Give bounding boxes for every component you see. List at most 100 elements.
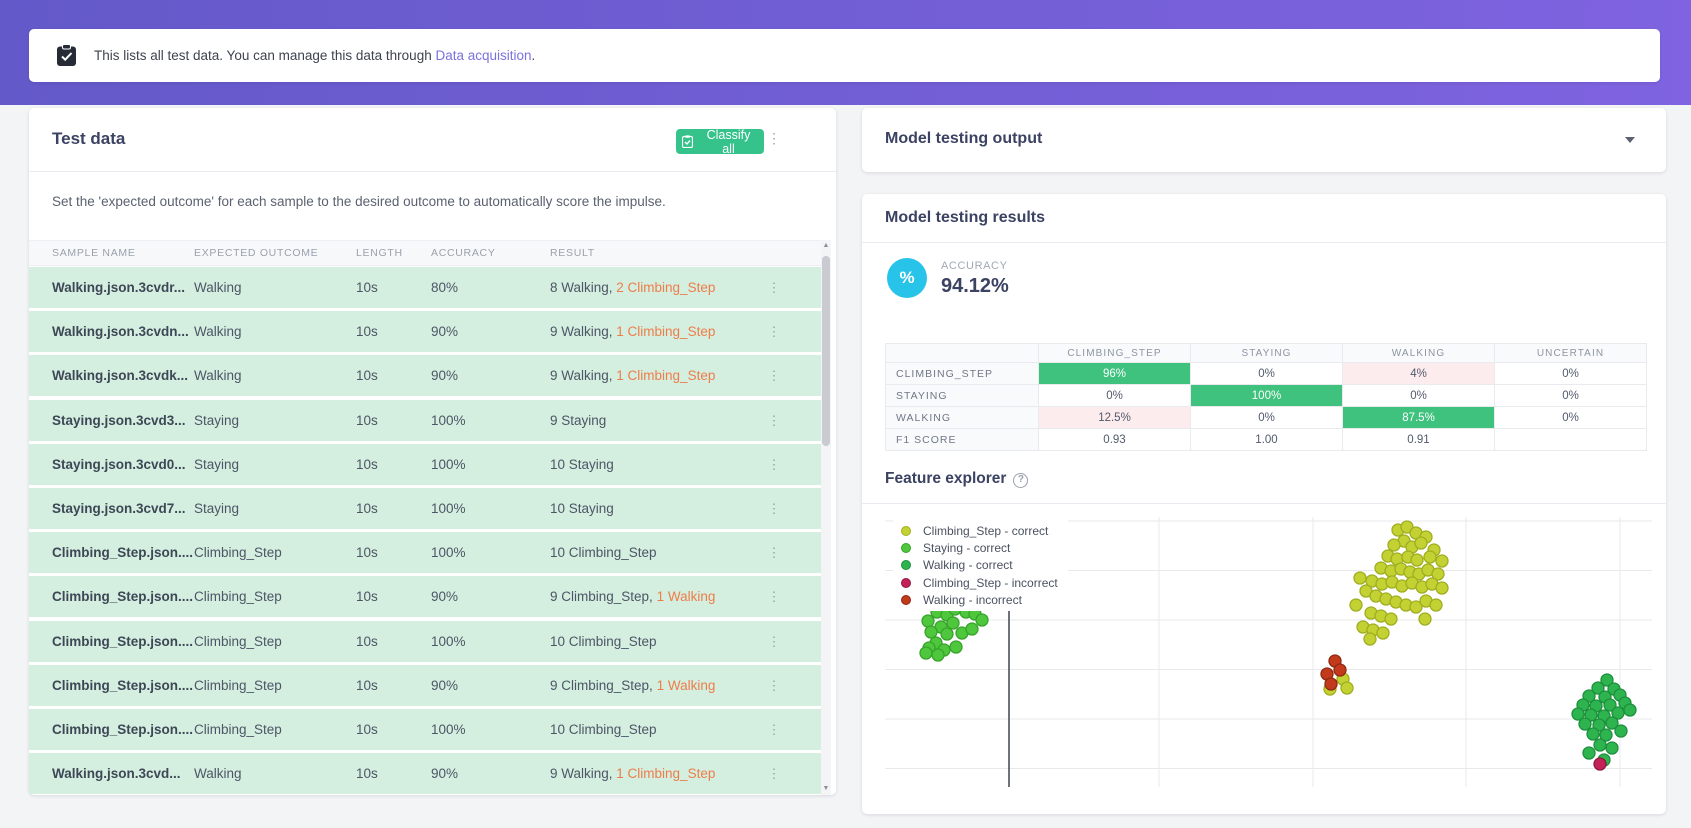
chevron-down-icon[interactable] bbox=[1625, 137, 1635, 143]
cell-length: 10s bbox=[356, 589, 378, 605]
row-menu-icon[interactable]: ⋮ bbox=[764, 355, 784, 396]
cell-sample-name: Climbing_Step.json.... bbox=[52, 677, 194, 693]
data-point[interactable] bbox=[1614, 724, 1628, 738]
cell-accuracy: 100% bbox=[431, 456, 466, 472]
legend-item[interactable]: Walking - correct bbox=[895, 557, 1058, 574]
table-row[interactable]: Climbing_Step.json.... Climbing_Step 10s 90… bbox=[29, 664, 822, 706]
data-point[interactable] bbox=[1333, 663, 1347, 677]
data-point[interactable] bbox=[1582, 746, 1596, 760]
legend-dot-icon bbox=[901, 595, 911, 606]
row-menu-icon[interactable]: ⋮ bbox=[764, 709, 784, 750]
data-point[interactable] bbox=[1410, 553, 1424, 567]
cell-expected-outcome: Walking bbox=[194, 324, 242, 340]
legend-item[interactable]: Climbing_Step - correct bbox=[895, 522, 1058, 539]
row-menu-icon[interactable]: ⋮ bbox=[764, 400, 784, 441]
data-point[interactable] bbox=[1353, 571, 1367, 585]
scroll-up-icon[interactable]: ▲ bbox=[821, 240, 831, 252]
data-point[interactable] bbox=[1429, 598, 1443, 612]
data-point[interactable] bbox=[1578, 717, 1592, 731]
help-icon[interactable]: ? bbox=[1013, 473, 1029, 488]
scrollbar-thumb[interactable] bbox=[822, 256, 830, 446]
data-point[interactable] bbox=[1384, 612, 1398, 626]
cell-expected-outcome: Climbing_Step bbox=[194, 633, 282, 649]
table-row[interactable]: Climbing_Step.json.... Climbing_Step 10s 10… bbox=[29, 620, 822, 662]
row-menu-icon[interactable]: ⋮ bbox=[764, 576, 784, 617]
cell-length: 10s bbox=[356, 324, 378, 340]
cell-expected-outcome: Walking bbox=[194, 368, 242, 384]
data-point[interactable] bbox=[931, 648, 945, 662]
table-row[interactable]: Staying.json.3cvd3... Staying 10s 100% 9 Sta… bbox=[29, 399, 822, 441]
matrix-cell: 96% bbox=[1038, 362, 1191, 385]
info-banner: This lists all test data. You can manage… bbox=[29, 29, 1660, 82]
table-row[interactable]: Walking.json.3cvdk... Walking 10s 90% 9 Walk… bbox=[29, 355, 822, 397]
data-point[interactable] bbox=[975, 613, 989, 627]
cell-sample-name: Staying.json.3cvd0... bbox=[52, 456, 186, 472]
table-row[interactable]: Climbing_Step.json.... Climbing_Step 10s 10… bbox=[29, 708, 822, 750]
cell-expected-outcome: Walking bbox=[194, 280, 242, 295]
table-row[interactable]: Walking.json.3cvdn... Walking 10s 90% 9 Walk… bbox=[29, 311, 822, 353]
table-row[interactable]: Walking.json.3cvdr... Walking 10s 80% 8 Walk… bbox=[29, 267, 822, 308]
data-point[interactable] bbox=[1435, 554, 1449, 568]
data-point[interactable] bbox=[1349, 598, 1363, 612]
model-testing-output-panel[interactable]: Model testing output bbox=[862, 108, 1666, 172]
legend-item[interactable]: Walking - incorrect bbox=[895, 592, 1058, 609]
data-point[interactable] bbox=[1593, 757, 1607, 771]
legend-item[interactable]: Staying - correct bbox=[895, 539, 1058, 556]
data-point[interactable] bbox=[919, 646, 933, 660]
row-menu-icon[interactable]: ⋮ bbox=[764, 532, 784, 573]
row-menu-icon[interactable]: ⋮ bbox=[764, 621, 784, 662]
data-point[interactable] bbox=[1605, 741, 1619, 755]
cell-length: 10s bbox=[356, 280, 378, 295]
row-menu-icon[interactable]: ⋮ bbox=[764, 665, 784, 706]
data-point[interactable] bbox=[946, 616, 960, 630]
row-menu-icon[interactable]: ⋮ bbox=[764, 311, 784, 352]
table-row[interactable]: Climbing_Step.json.... Climbing_Step 10s 90… bbox=[29, 576, 822, 618]
legend-dot-icon bbox=[901, 560, 911, 571]
data-point[interactable] bbox=[1423, 550, 1437, 564]
data-acquisition-link[interactable]: Data acquisition bbox=[435, 48, 531, 63]
data-point[interactable] bbox=[1586, 727, 1600, 741]
cell-length: 10s bbox=[356, 456, 378, 472]
data-point[interactable] bbox=[1623, 703, 1637, 717]
table-row[interactable]: Staying.json.3cvd0... Staying 10s 100% 10 St… bbox=[29, 443, 822, 485]
matrix-cell: 0.93 bbox=[1038, 428, 1191, 451]
cell-sample-name: Walking.json.3cvd... bbox=[52, 766, 181, 782]
data-point[interactable] bbox=[1376, 626, 1390, 640]
data-point[interactable] bbox=[921, 614, 935, 628]
data-point[interactable] bbox=[1324, 677, 1338, 691]
legend-item[interactable]: Climbing_Step - incorrect bbox=[895, 574, 1058, 591]
data-point[interactable] bbox=[1435, 581, 1449, 595]
cell-accuracy: 90% bbox=[431, 677, 459, 693]
data-point[interactable] bbox=[949, 640, 963, 654]
table-row[interactable]: Staying.json.3cvd7... Staying 10s 100% 10 St… bbox=[29, 487, 822, 529]
row-menu-icon[interactable]: ⋮ bbox=[764, 267, 784, 308]
matrix-corner-cell bbox=[885, 343, 1039, 363]
result-correct: 9 Climbing_Step, bbox=[550, 677, 653, 693]
data-point[interactable] bbox=[1418, 612, 1432, 626]
feature-explorer-chart[interactable]: Climbing_Step - correct Staying - correct… bbox=[885, 517, 1652, 787]
legend-label: Climbing_Step - correct bbox=[923, 523, 1049, 538]
matrix-cell: 4% bbox=[1342, 362, 1495, 385]
scroll-down-icon[interactable]: ▼ bbox=[821, 783, 831, 795]
data-point[interactable] bbox=[1340, 681, 1354, 695]
column-accuracy: ACCURACY bbox=[431, 247, 496, 259]
result-incorrect: 1 Climbing_Step bbox=[612, 766, 716, 782]
row-menu-icon[interactable]: ⋮ bbox=[764, 444, 784, 485]
classify-all-button[interactable]: Classify all bbox=[676, 128, 764, 156]
result-correct: 8 Walking, bbox=[550, 280, 613, 295]
row-menu-icon[interactable]: ⋮ bbox=[764, 488, 784, 529]
table-row[interactable]: Climbing_Step.json.... Climbing_Step 10s 10… bbox=[29, 532, 822, 574]
data-point[interactable] bbox=[1414, 536, 1428, 550]
data-point[interactable] bbox=[1363, 632, 1377, 646]
data-point[interactable] bbox=[924, 625, 938, 639]
legend-dot-icon bbox=[901, 525, 911, 536]
table-scrollbar[interactable]: ▲ ▼ bbox=[821, 240, 831, 795]
cell-accuracy: 90% bbox=[431, 324, 459, 340]
panel-menu-icon[interactable]: ⋮ bbox=[764, 130, 784, 147]
data-point[interactable] bbox=[965, 622, 979, 636]
data-point[interactable] bbox=[1387, 538, 1401, 552]
data-point[interactable] bbox=[940, 627, 954, 641]
data-point[interactable] bbox=[1593, 738, 1607, 752]
row-menu-icon[interactable]: ⋮ bbox=[764, 753, 784, 794]
table-row[interactable]: Walking.json.3cvd... Walking 10s 90% 9 Walki… bbox=[29, 753, 822, 795]
